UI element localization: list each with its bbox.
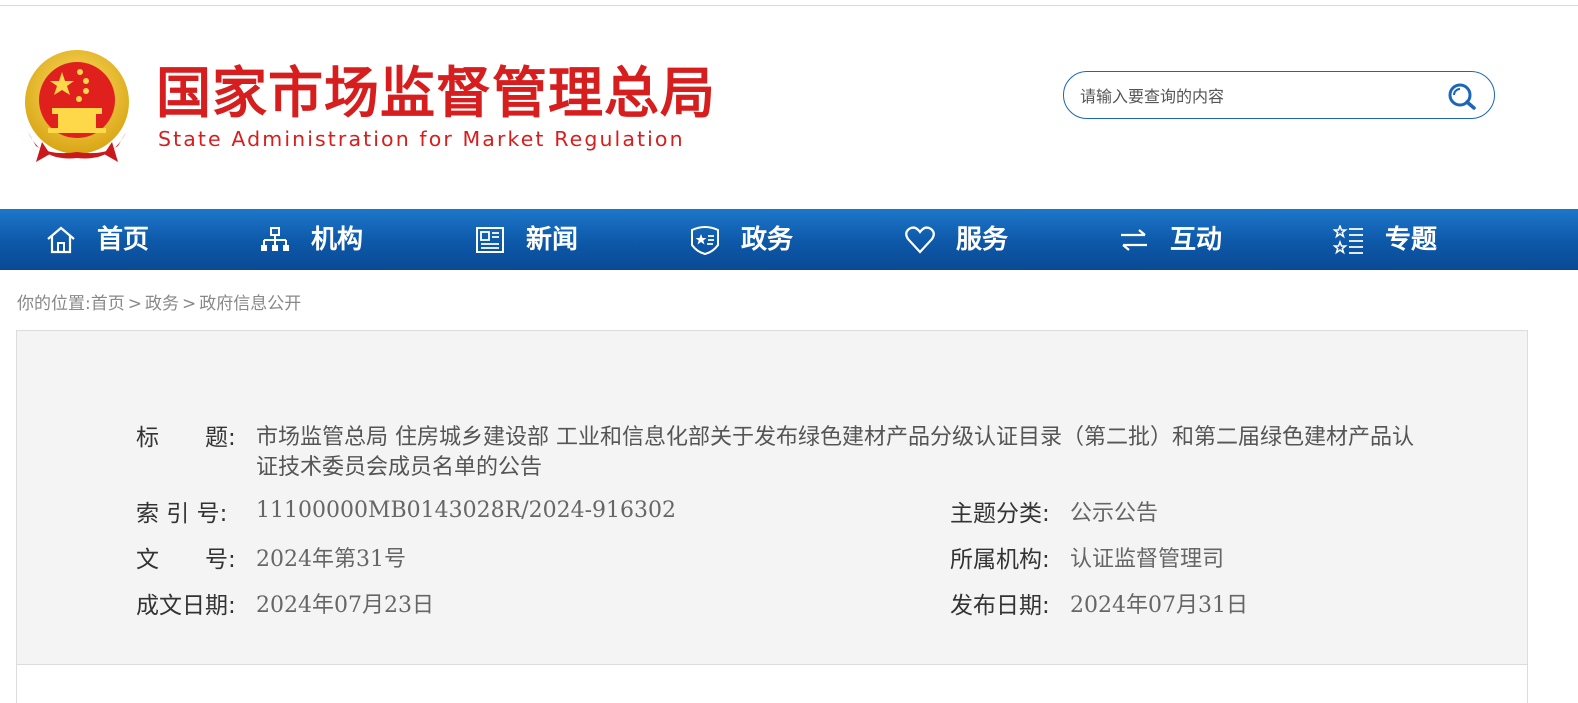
title-value: 市场监管总局 住房城乡建设部 工业和信息化部关于发布绿色建材产品分级认证目录（第…: [256, 425, 1414, 480]
breadcrumb-separator: >: [127, 294, 142, 314]
shield-star-icon: [691, 226, 719, 255]
index-number-value: 11100000MB0143028R/2024-916302: [256, 498, 677, 523]
organization-label: 所属机构:: [950, 547, 1050, 573]
breadcrumb-home-link[interactable]: 首页: [91, 294, 125, 314]
org-chart-icon: [261, 227, 289, 251]
publish-date-label: 发布日期:: [950, 593, 1050, 619]
main-nav: 首页 机构 新闻 政务 服务 互动 专题: [0, 209, 1578, 270]
nav-label: 服务: [956, 225, 1009, 255]
breadcrumb-affairs-link[interactable]: 政务: [145, 294, 179, 314]
index-number-label: 索 引 号:: [136, 501, 228, 527]
content-area: [16, 665, 1528, 703]
breadcrumb-prefix: 你的位置:: [17, 294, 91, 314]
document-number-value: 2024年第31号: [256, 547, 406, 572]
topic-category-label: 主题分类:: [950, 501, 1050, 527]
heart-icon: [905, 226, 935, 254]
topic-category-value: 公示公告: [1070, 501, 1159, 526]
publish-date-value: 2024年07月31日: [1070, 593, 1248, 618]
document-info-panel: [16, 330, 1528, 665]
star-list-icon: [1333, 225, 1363, 255]
nav-label: 政务: [741, 225, 794, 255]
nav-label: 新闻: [526, 225, 579, 255]
national-emblem-icon: [25, 50, 129, 162]
top-divider: [0, 5, 1578, 6]
site-logo-chinese[interactable]: 国家市场监督管理总局: [156, 60, 716, 126]
breadcrumb-separator: >: [181, 294, 197, 314]
nav-label: 互动: [1170, 225, 1223, 255]
document-number-label: 文 号:: [136, 547, 236, 573]
breadcrumb-info-disclosure-link[interactable]: 政府信息公开: [199, 294, 301, 314]
organization-value: 认证监督管理司: [1070, 547, 1225, 572]
home-icon: [47, 226, 75, 254]
search-box: [1063, 71, 1495, 119]
written-date-label: 成文日期:: [136, 593, 236, 619]
breadcrumb: 你的位置:首页 > 政务 > 政府信息公开: [17, 292, 301, 316]
search-input[interactable]: [1078, 80, 1442, 112]
title-label: 标 题:: [136, 425, 236, 451]
written-date-value: 2024年07月23日: [256, 593, 434, 618]
news-icon: [476, 227, 504, 253]
nav-label: 首页: [97, 225, 150, 255]
nav-label: 机构: [311, 225, 364, 255]
exchange-arrows-icon: [1121, 229, 1147, 251]
nav-label: 专题: [1385, 225, 1438, 255]
search-icon[interactable]: [1446, 82, 1478, 110]
site-logo-english[interactable]: State Administration for Market Regulati…: [158, 126, 685, 152]
